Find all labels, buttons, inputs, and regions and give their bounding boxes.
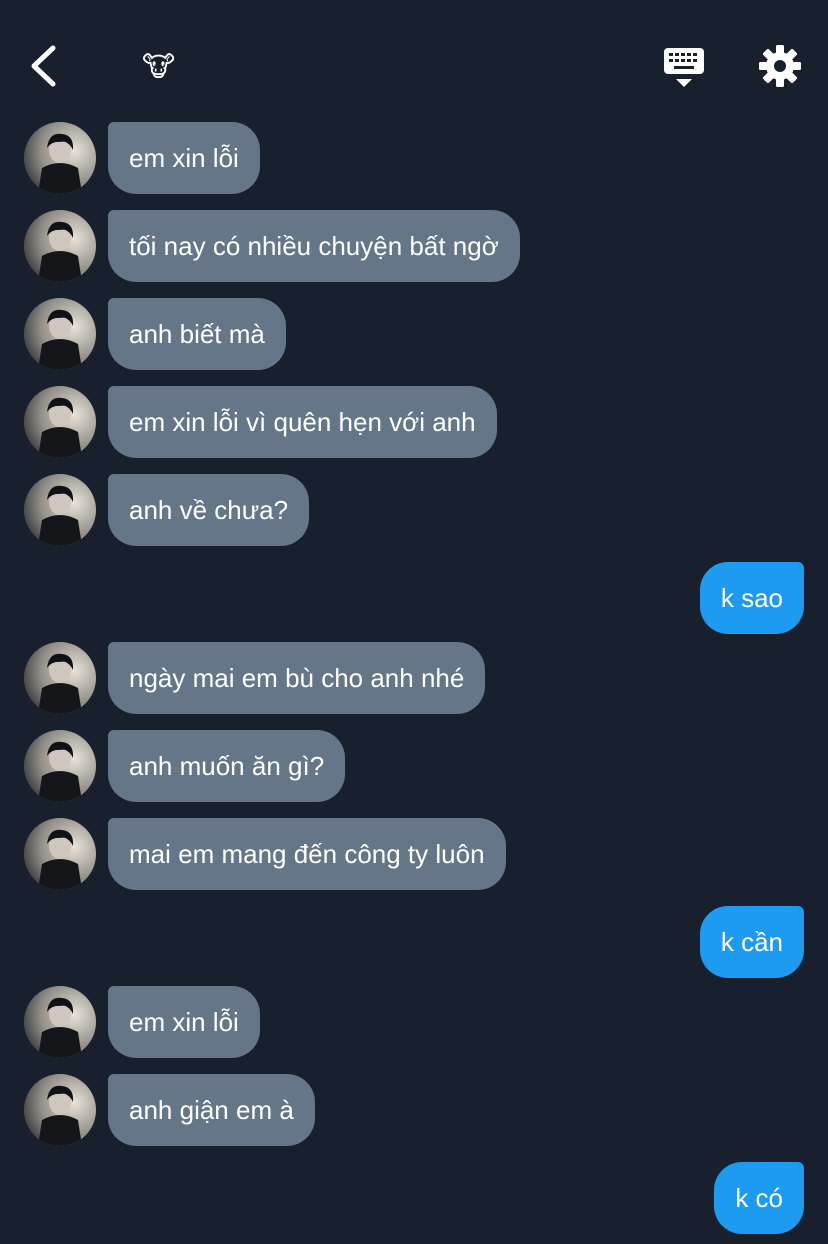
incoming-message-row: em xin lỗi vì quên hẹn với anh xyxy=(0,386,828,458)
avatar[interactable] xyxy=(24,1074,96,1146)
incoming-message-bubble[interactable]: mai em mang đến công ty luôn xyxy=(108,818,506,890)
incoming-message-row: em xin lỗi xyxy=(0,122,828,194)
incoming-message-bubble[interactable]: em xin lỗi vì quên hẹn với anh xyxy=(108,386,497,458)
incoming-message-row: anh muốn ăn gì? xyxy=(0,730,828,802)
outgoing-message-row: k sao xyxy=(0,562,828,634)
avatar[interactable] xyxy=(24,730,96,802)
incoming-message-bubble[interactable]: ngày mai em bù cho anh nhé xyxy=(108,642,486,714)
incoming-message-bubble[interactable]: anh giận em à xyxy=(108,1074,315,1146)
incoming-message-bubble[interactable]: tối nay có nhiều chuyện bất ngờ xyxy=(108,210,520,282)
avatar[interactable] xyxy=(24,210,96,282)
avatar[interactable] xyxy=(24,642,96,714)
incoming-message-bubble[interactable]: anh về chưa? xyxy=(108,474,310,546)
outgoing-message-bubble[interactable]: k có xyxy=(714,1162,804,1234)
avatar[interactable] xyxy=(24,386,96,458)
outgoing-message-row: k cần xyxy=(0,906,828,978)
incoming-message-bubble[interactable]: em xin lỗi xyxy=(108,986,260,1058)
outgoing-message-bubble[interactable]: k sao xyxy=(699,562,804,634)
incoming-message-bubble[interactable]: anh muốn ăn gì? xyxy=(108,730,346,802)
avatar[interactable] xyxy=(24,818,96,890)
incoming-message-bubble[interactable]: anh biết mà xyxy=(108,298,286,370)
avatar[interactable] xyxy=(24,298,96,370)
incoming-message-bubble[interactable]: em xin lỗi xyxy=(108,122,260,194)
incoming-message-row: anh biết mà xyxy=(0,298,828,370)
incoming-message-row: anh về chưa? xyxy=(0,474,828,546)
incoming-message-row: mai em mang đến công ty luôn xyxy=(0,818,828,890)
incoming-message-row: anh giận em à xyxy=(0,1074,828,1146)
avatar[interactable] xyxy=(24,986,96,1058)
incoming-message-row: em xin lỗi xyxy=(0,986,828,1058)
outgoing-message-bubble[interactable]: k cần xyxy=(699,906,804,978)
message-thread: em xin lỗi tối nay có nhiều chuyện bất ng… xyxy=(0,0,828,1244)
avatar[interactable] xyxy=(24,474,96,546)
incoming-message-row: tối nay có nhiều chuyện bất ngờ xyxy=(0,210,828,282)
incoming-message-row: ngày mai em bù cho anh nhé xyxy=(0,642,828,714)
avatar[interactable] xyxy=(24,122,96,194)
outgoing-message-row: k có xyxy=(0,1162,828,1234)
